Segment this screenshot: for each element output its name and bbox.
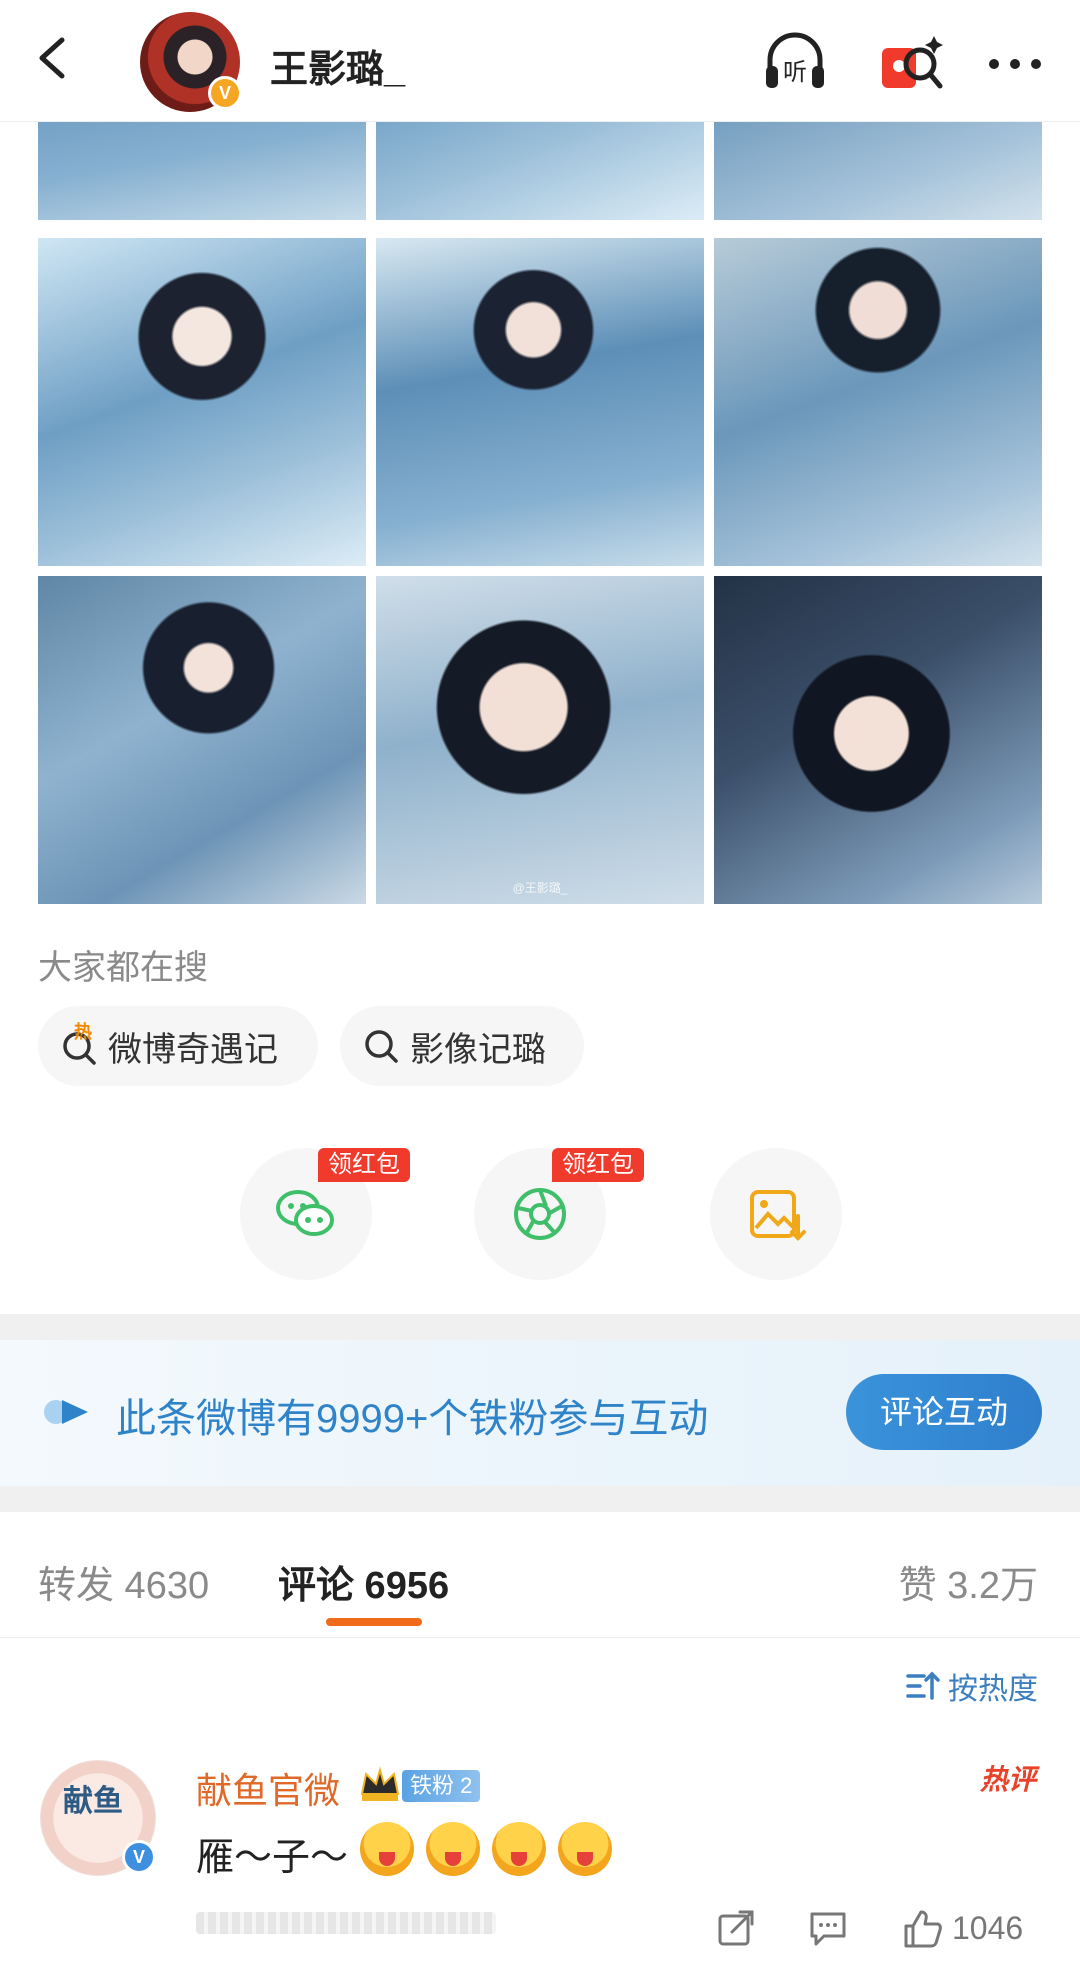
red-packet-tag: 领红包 bbox=[318, 1148, 410, 1182]
grid-image[interactable] bbox=[714, 576, 1042, 904]
red-packet-tag: 领红包 bbox=[552, 1148, 644, 1182]
moments-icon bbox=[514, 1188, 566, 1240]
hot-search-label: 影像记璐 bbox=[410, 1030, 546, 1069]
comment-icon bbox=[810, 1912, 846, 1946]
drooling-emoji-icon bbox=[492, 1822, 546, 1876]
listen-icon[interactable]: 听 bbox=[760, 28, 830, 98]
hot-search-label: 微博奇遇记 bbox=[108, 1030, 278, 1069]
image-watermark: @王影璐_ bbox=[512, 881, 568, 895]
crown-icon bbox=[360, 1766, 400, 1801]
hot-search-icon: 热 bbox=[60, 1022, 100, 1066]
emoji-row bbox=[360, 1822, 624, 1876]
verified-badge-icon: V bbox=[208, 76, 242, 110]
sort-icon bbox=[906, 1671, 940, 1700]
wechat-icon bbox=[276, 1190, 334, 1236]
red-envelope-search-icon[interactable] bbox=[876, 28, 946, 98]
tab-repost[interactable]: 转发 4630 bbox=[38, 1554, 209, 1609]
comment-reply-button[interactable] bbox=[806, 1904, 850, 1952]
active-tab-indicator bbox=[326, 1618, 422, 1626]
iron-fans-banner: 此条微博有9999+个铁粉参与互动 评论互动 bbox=[0, 1340, 1080, 1486]
listen-label: 听 bbox=[783, 58, 807, 86]
thumbs-up-icon bbox=[904, 1910, 942, 1948]
grid-image[interactable] bbox=[714, 238, 1042, 566]
tab-comment[interactable]: 评论 6956 bbox=[278, 1554, 449, 1609]
comment-like-button[interactable]: 1046 bbox=[900, 1904, 1023, 1952]
iron-fan-badge: 铁粉 2 bbox=[402, 1770, 481, 1802]
post-tabs: 转发 4630 评论 6956 赞 3.2万 bbox=[0, 1514, 1080, 1638]
drooling-emoji-icon bbox=[360, 1822, 414, 1876]
hot-search-item-1[interactable]: 热 微博奇遇记 bbox=[38, 1006, 318, 1086]
iron-fans-text: 此条微博有9999+个铁粉参与互动 bbox=[116, 1397, 709, 1441]
tab-like[interactable]: 赞 3.2万 bbox=[899, 1554, 1038, 1609]
grid-image[interactable] bbox=[38, 238, 366, 566]
drooling-emoji-icon bbox=[426, 1822, 480, 1876]
commenter-name[interactable]: 献鱼官微 bbox=[196, 1762, 340, 1814]
comment-share-button[interactable] bbox=[714, 1904, 758, 1952]
like-count: 1046 bbox=[952, 1909, 1024, 1946]
share-icon bbox=[718, 1910, 754, 1946]
grid-image[interactable] bbox=[38, 576, 366, 904]
save-image-button[interactable] bbox=[710, 1148, 842, 1280]
avatar-logo-text: 献鱼 bbox=[63, 1785, 123, 1818]
sort-by-hot-button[interactable]: 按热度 bbox=[904, 1664, 1038, 1708]
drooling-emoji-icon bbox=[558, 1822, 612, 1876]
section-divider bbox=[0, 1486, 1080, 1512]
comment-text: 雁～子～ bbox=[196, 1837, 349, 1879]
comment-interact-button[interactable]: 评论互动 bbox=[846, 1374, 1042, 1450]
section-divider bbox=[0, 1314, 1080, 1340]
interaction-icon bbox=[44, 1400, 88, 1424]
grid-image[interactable]: @王影璐_ bbox=[376, 576, 704, 904]
search-icon bbox=[362, 1026, 402, 1066]
more-icon[interactable] bbox=[980, 28, 1050, 98]
username[interactable]: 王影璐_ bbox=[270, 38, 405, 93]
comment-meta-blurred bbox=[196, 1912, 496, 1934]
back-arrow-icon[interactable] bbox=[30, 34, 78, 82]
hot-mark: 热 bbox=[74, 1022, 92, 1042]
user-avatar[interactable]: V bbox=[140, 12, 242, 112]
verified-badge-icon: V bbox=[122, 1840, 156, 1874]
hot-search-item-2[interactable]: 影像记璐 bbox=[340, 1006, 584, 1086]
hot-search-title: 大家都在搜 bbox=[38, 949, 208, 987]
grid-image[interactable] bbox=[376, 238, 704, 566]
sort-label: 按热度 bbox=[948, 1673, 1038, 1706]
top-bar: V 王影璐_ 听 bbox=[0, 0, 1080, 122]
save-image-icon bbox=[750, 1190, 806, 1241]
hot-comment-badge: 热评 bbox=[979, 1764, 1036, 1795]
